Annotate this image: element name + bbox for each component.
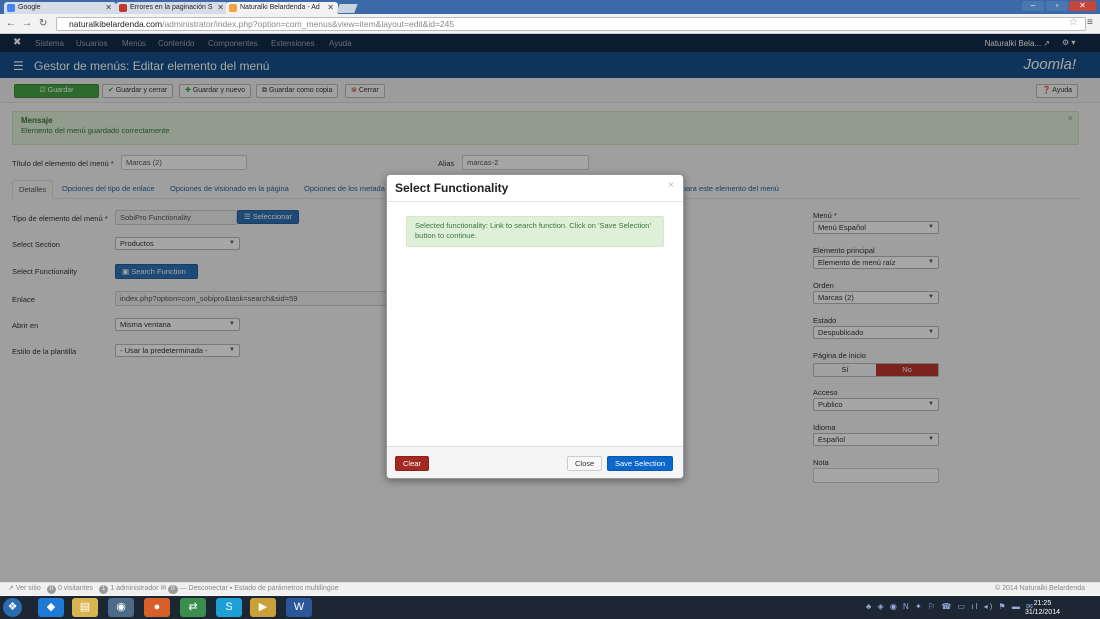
modal-footer: Clear Close Save Selection <box>387 446 683 478</box>
chrome-icon[interactable]: ◉ <box>108 598 134 617</box>
url-path: /administrator/index.php?option=com_menu… <box>162 19 455 29</box>
skype-icon[interactable]: S <box>216 598 242 617</box>
close-tab-icon[interactable]: ✕ <box>105 3 112 12</box>
browser-tab-errores[interactable]: Errores en la paginación S ✕ <box>116 2 228 14</box>
firefox-icon[interactable]: ● <box>144 598 170 617</box>
explorer-icon[interactable]: ▤ <box>72 598 98 617</box>
browser-tab-google[interactable]: Google ✕ <box>4 2 116 14</box>
google-favicon-icon <box>7 4 15 12</box>
url-input[interactable]: naturalkibelardenda.com/administrator/in… <box>56 17 1086 31</box>
messages-badge: 0 <box>168 585 178 594</box>
clock-time: 21:25 <box>1033 600 1052 607</box>
maximize-icon[interactable]: ▫ <box>1046 1 1068 11</box>
site-favicon-icon <box>119 4 127 12</box>
dropbox-icon[interactable]: ◆ <box>38 598 64 617</box>
copyright: © 2014 Naturalki Belardenda <box>995 585 1085 592</box>
save-selection-button[interactable]: Save Selection <box>607 456 674 471</box>
close-tab-icon[interactable]: ✕ <box>217 3 224 12</box>
tab-label: Google <box>18 4 41 11</box>
browser-tabbar: Google ✕ Errores en la paginación S ✕ Na… <box>0 0 1100 14</box>
minimize-icon[interactable]: – <box>1022 1 1044 11</box>
clock[interactable]: 21:25 31/12/2014 <box>1025 599 1060 617</box>
tab-label: Errores en la paginación S <box>130 4 213 11</box>
url-domain: naturalkibelardenda.com <box>69 19 163 29</box>
bookmark-star-icon[interactable]: ☆ <box>1069 17 1078 28</box>
system-tray-icons[interactable]: ♣ ◈ ◉ N ✦ ⚐ ☎ ▭ ıl ◂) ⚑ ▬ ✉ <box>866 602 1035 611</box>
modal-close-button[interactable]: Close <box>567 456 603 471</box>
word-icon[interactable]: W <box>286 598 312 617</box>
joomla-favicon-icon <box>229 4 237 12</box>
forward-icon[interactable]: → <box>22 18 32 29</box>
tab-label: Naturalki Belardenda - Ad <box>240 4 320 11</box>
modal-header: Select Functionality × <box>387 175 683 202</box>
new-tab-button[interactable] <box>336 4 358 13</box>
visitors-text: 0 visitantes <box>57 585 93 592</box>
back-icon[interactable]: ← <box>6 18 16 29</box>
status-bar: ↗ Ver sitio 0 0 visitantes 1 1 administr… <box>0 582 1100 595</box>
mail-icon: ✉ <box>160 585 167 592</box>
start-icon[interactable]: ❖ <box>3 598 22 617</box>
admins-badge: 1 <box>98 585 109 594</box>
windows-taskbar: ❖ ◆ ▤ ◉ ● ⇄ S ▶ W ♣ ◈ ◉ N ✦ ⚐ ☎ ▭ ıl ◂) … <box>0 596 1100 619</box>
comment-icon: ▪ <box>229 585 233 592</box>
select-functionality-modal: Select Functionality × Selected function… <box>386 174 684 479</box>
media-player-icon[interactable]: ▶ <box>250 598 276 617</box>
browser-tab-joomla[interactable]: Naturalki Belardenda - Ad ✕ <box>226 2 338 14</box>
close-tab-icon[interactable]: ✕ <box>327 3 334 12</box>
clear-button[interactable]: Clear <box>395 456 429 471</box>
multilingual-link[interactable]: Estado de parámetros multilingüe <box>234 585 338 592</box>
reload-icon[interactable]: ↻ <box>39 18 47 29</box>
view-site-link[interactable]: ↗ Ver sitio <box>8 585 41 592</box>
chrome-menu-icon[interactable]: ≡ <box>1087 17 1093 28</box>
visitors-badge: 0 <box>46 585 57 594</box>
close-window-icon[interactable]: ✕ <box>1069 1 1096 11</box>
admins-text: 1 administrador <box>110 585 159 592</box>
modal-info-message: Selected functionality: Link to search f… <box>406 216 664 247</box>
modal-title: Select Functionality <box>395 181 509 195</box>
address-bar-row: ← → ↻ naturalkibelardenda.com/administra… <box>0 14 1100 34</box>
close-icon[interactable]: × <box>668 180 674 191</box>
sync-icon[interactable]: ⇄ <box>180 598 206 617</box>
clock-date: 31/12/2014 <box>1024 609 1060 616</box>
view-site-label: Ver sitio <box>15 585 41 592</box>
logout-link[interactable]: — Desconectar <box>180 585 228 592</box>
